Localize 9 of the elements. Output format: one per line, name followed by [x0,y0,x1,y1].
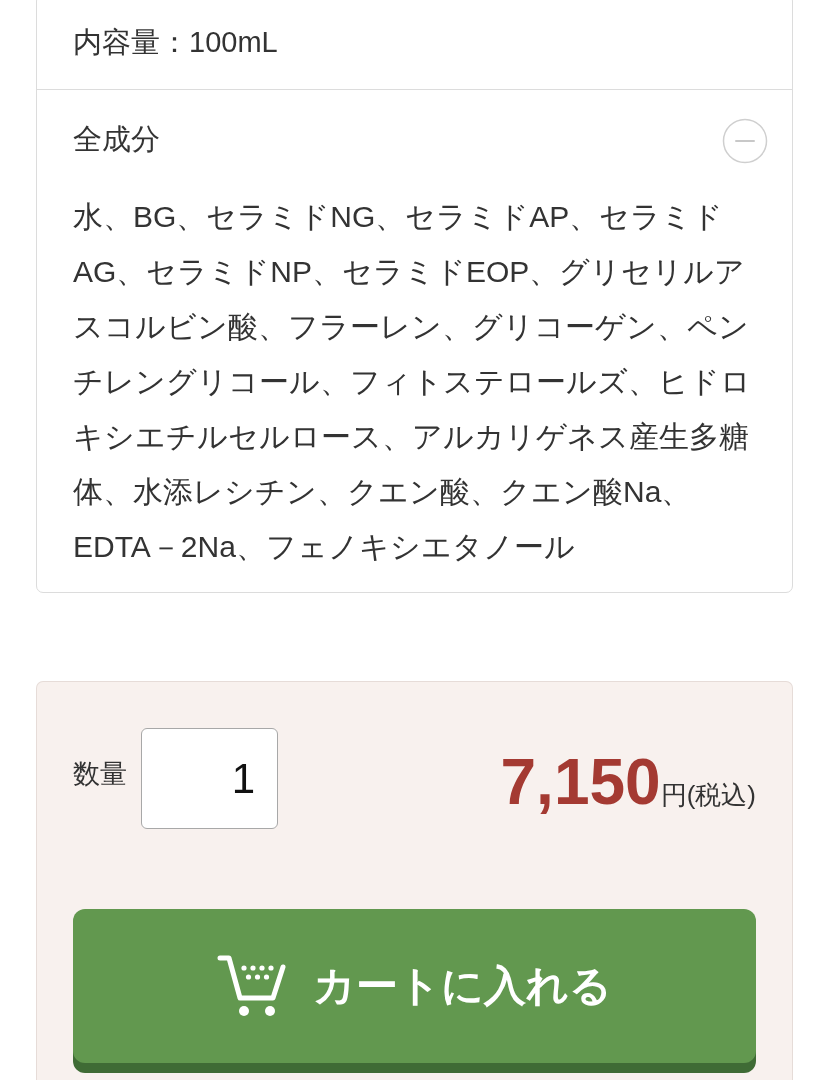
section-title: 全成分 [73,122,160,157]
minus-circle-icon[interactable] [722,118,768,164]
price-amount: 7,150 [500,745,661,818]
quantity-label: 数量 [73,757,127,791]
tax-label: 円(税込) [660,779,756,810]
quantity-field[interactable]: 1 [141,728,278,829]
cart-icon [217,954,287,1018]
ingredients-text: 水、BG、セラミドNG、セラミドAP、セラミドAG、セラミドNP、セラミドEOP、グリセリルアスコルビン酸、フラーレン、グリコーゲン、ペンチレングリコール、フィトステロールズ、ヒドロキシエチルセルロース、アルカリゲネス産生多糖体、水添レシチン、クエン酸、クエン酸Na、EDTA－2Na、フェノキシエタノール [73,199,752,565]
volume-text: 内容量：100mL [37,0,792,90]
